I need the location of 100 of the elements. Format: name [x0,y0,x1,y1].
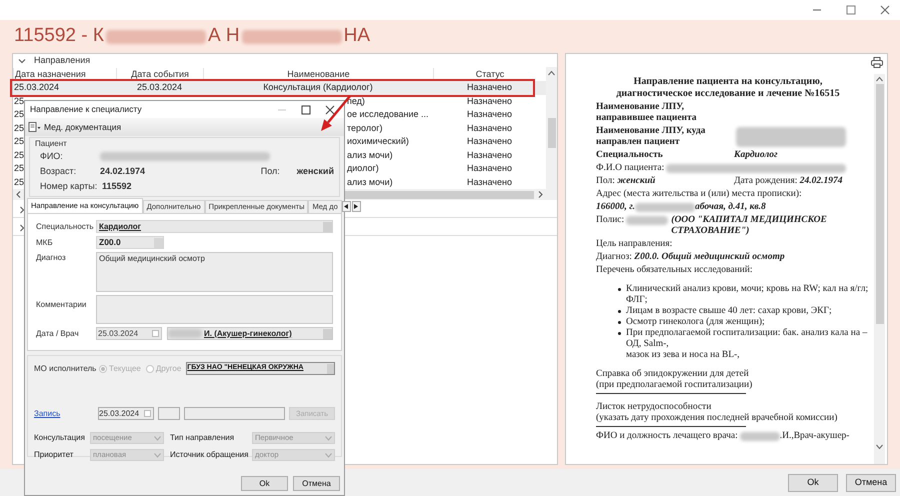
group-label: Пациент [35,139,68,149]
table-cell-text: Назначено [466,135,513,148]
diagnosis-field[interactable]: Общий медицинский осмотр [96,252,333,292]
table-cell-text: 25.03.2024 [136,81,184,94]
field-label: Номер карты: [40,180,98,193]
table-cell-text: 25 [13,122,23,134]
comments-field[interactable] [96,295,333,324]
table-cell-text: 25 [13,135,23,148]
chevron-right-icon[interactable] [538,191,543,198]
patient-title: 115592 - К [14,24,104,48]
bullet-icon [618,310,621,313]
record-link[interactable]: Запись [34,408,94,420]
blurred-text [168,329,202,338]
field-label: МКБ [36,236,54,248]
table-cell-text: 25 [13,162,23,175]
form-label: ФИО и должность лечащего врача: [596,431,738,442]
patient-title: А Н [208,24,240,48]
sex-value: женский [296,164,334,178]
exam-item: При предполагаемой госпитализации: бак. анализ кала на – ОД, Salm-, мазок из зева и носа на BL-, [626,328,868,361]
table-cell-text: Назначено [466,176,513,188]
window-button[interactable]: Ok [788,474,838,492]
print-icon[interactable] [871,57,883,68]
chevron-down-icon[interactable] [876,444,883,450]
chevron-right-icon[interactable] [18,224,26,232]
close-icon[interactable] [325,104,335,114]
table-cell: теролог) [347,122,382,135]
exam-item: Лицам в возрасте свыше 40 лет: сахар крови, ЭКГ; [626,306,832,317]
table-cell-text: 25 [13,94,23,108]
form-label: Наименование ЛПУ, направившее пациента [596,102,698,124]
field-label: Диагноз [36,252,67,264]
mkb-field[interactable]: Z00.0 [96,236,164,249]
dialog-title: Направление к специалисту [30,103,143,116]
form-label: Полис: [596,215,624,226]
bullet-icon [618,321,621,324]
date-field[interactable]: 25.03.2024 [96,327,162,340]
document-title: Направление пациента на консультацию, диагностическое исследование и лечение №16515 [615,76,841,100]
bullet-icon [618,332,621,335]
maximize-icon[interactable] [301,104,311,114]
field-label: Дата / Врач [36,328,80,340]
field-label: Пол: [260,164,281,178]
scroll-thumb[interactable] [548,118,556,148]
chevron-right-icon[interactable] [18,206,26,214]
chevron-up-icon[interactable] [876,76,883,82]
field-label: ФИО: [40,150,64,163]
doctor-combo[interactable]: И. (Акушер-гинеколог) [167,327,333,340]
table-cell-text: 25 [13,176,23,188]
dialog-button[interactable]: Ok [241,476,288,491]
field-label: Консультация [34,432,86,444]
patient-title: НА [344,24,370,48]
diagnosis-line: Диагноз: Z00.0. Общий медицинский осмотр [596,252,786,263]
chevron-up-icon[interactable] [548,70,555,76]
note-text: Листок нетрудоспособности (указать дату прохождения последней врачебной комиссии) [596,402,838,424]
toolbar-menu[interactable]: Мед. документация [44,120,122,134]
group-title: Направления [34,54,90,67]
table-row[interactable]: 25.03.2024 25.03.2024 Консультация (Кардиолог) Назначено [13,81,546,94]
form-label: Цель направления: [596,239,674,250]
checkbox[interactable] [152,330,159,337]
scroll-thumb[interactable] [876,84,884,324]
blurred-text [635,203,696,212]
document-icon[interactable] [28,122,41,132]
exam-item: Осмотр гинеколога (для женщин); [626,317,765,328]
age-value: 24.02.1974 [100,164,146,178]
chevron-left-icon[interactable] [16,191,21,198]
chevron-down-icon [154,436,161,440]
note-text: Справка об эпидокружении для детей (при предполагаемой госпитализации) [596,369,754,391]
dialog-button[interactable]: Отмена [293,476,340,491]
checkbox[interactable] [144,410,151,417]
chevron-down-icon[interactable] [18,56,26,64]
sex-line: Пол: женский [596,176,656,187]
record-date-field[interactable]: 25.03.2024 [98,407,154,420]
specialty-combo[interactable]: Кардиолог [96,220,333,233]
field-label: Специальность [36,220,95,232]
field-label: Возраст: [40,164,78,178]
table-cell-text: Назначено [466,81,513,94]
table-cell-text: Консультация (Кардиолог) [262,81,374,94]
table-cell-text: ое исследование ... [347,108,429,121]
table-cell-text: 25 [13,148,23,162]
table-cell: ализ мочи) [347,148,393,162]
chevron-down-icon [154,452,161,458]
vertical-scrollbar[interactable] [546,67,557,200]
table-cell-text: Назначено [466,122,513,134]
insurance-company: (ООО "КАПИТАЛ МЕДИЦИНСКОЕ СТРАХОВАНИЕ") [671,215,828,237]
table-cell-text: иохимический) [347,135,409,148]
triangle-right-icon [354,204,358,209]
field-label: Комментарии [36,299,88,311]
table-cell-text: Назначено [466,94,513,108]
address-value: 166000, г. [596,202,636,213]
chevron-down-icon [325,436,332,440]
specialty-value: Кардиолог [734,150,778,161]
birth-date-line: Дата рождения: 24.02.1974 [734,176,842,187]
exam-item: Клинический анализ крови, мочи; кровь на RW; кал на я/гл; ФЛГ; [626,284,870,306]
table-cell-text: Назначено [466,108,513,121]
table-cell: ализ мочи) [347,176,393,189]
vertical-scrollbar[interactable] [874,74,885,464]
window-button[interactable]: Отмена [846,474,896,492]
field-label: Тип направления [170,432,236,444]
address-value: абочая, д.41, кв.8 [695,202,766,213]
close-icon[interactable] [880,5,890,15]
chevron-down-icon [325,452,332,458]
time-field[interactable] [158,407,180,420]
